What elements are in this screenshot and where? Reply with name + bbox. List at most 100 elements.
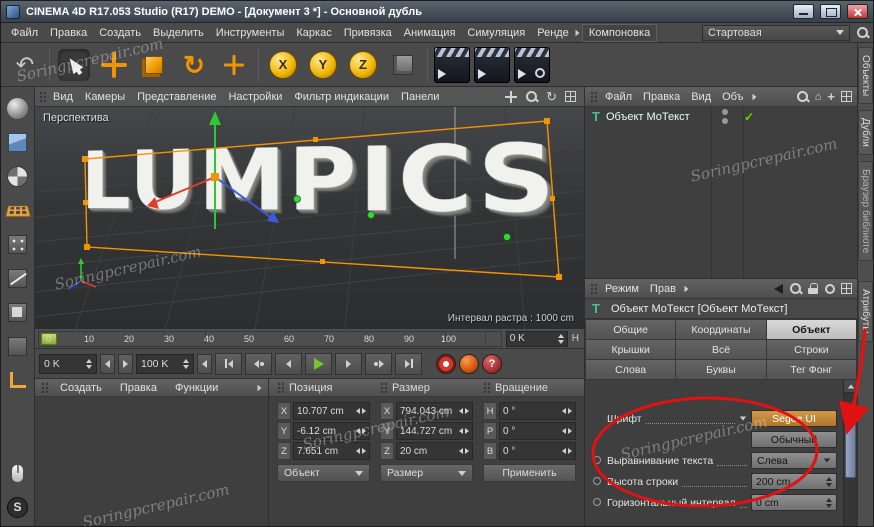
size-x-field[interactable]: 794.043 cm [396,402,473,420]
search-icon[interactable] [856,26,869,39]
viewport-menu-filter[interactable]: Фильтр индикации [289,89,394,105]
font-expand-icon[interactable] [740,417,746,421]
viewport-menu-display[interactable]: Представление [132,89,221,105]
record-keyframe-button[interactable] [436,354,456,374]
hspace-field[interactable]: 0 cm [751,494,837,511]
make-editable-button[interactable] [4,95,32,121]
tab-lines[interactable]: Строки [767,340,856,359]
zoom-view-icon[interactable] [525,90,538,103]
find-icon[interactable] [789,282,802,295]
align-select[interactable]: Слева [751,452,837,469]
lock-icon[interactable] [808,283,819,295]
position-y-field[interactable]: -6.12 cm [293,422,370,440]
om-menu-edit[interactable]: Правка [640,89,683,105]
viewport-menu-options[interactable]: Настройки [223,89,287,105]
menu-animate[interactable]: Анимация [398,25,462,41]
axis-mode-button[interactable] [4,367,32,393]
target-icon[interactable] [825,284,835,294]
rotation-b-field[interactable]: 0 ° [499,442,576,460]
layout-icon[interactable] [841,91,852,102]
apply-button[interactable]: Применить [483,464,576,482]
toggle-views-icon[interactable] [565,91,576,102]
tab-caps[interactable]: Крышки [586,340,675,359]
rotation-p-field[interactable]: 0 ° [499,422,576,440]
visibility-dots[interactable] [710,109,740,124]
polygons-mode-button[interactable] [4,299,32,325]
texture-mode-button[interactable] [4,163,32,189]
model-mode-button[interactable] [4,129,32,155]
add-icon[interactable]: + [827,90,835,103]
menu-tools[interactable]: Инструменты [210,25,291,41]
menu-create[interactable]: Создать [93,25,147,41]
rotation-h-field[interactable]: 0 ° [499,402,576,420]
vertical-tab-attributes[interactable]: Атрибуты [858,281,873,341]
play-button[interactable] [305,353,332,375]
step-back-button[interactable] [100,354,115,374]
tab-words[interactable]: Слова [586,360,675,379]
tab-letters[interactable]: Буквы [676,360,765,379]
close-button[interactable] [847,4,868,19]
move-gizmo[interactable] [147,111,279,229]
timeline-ruler[interactable]: 0 10 20 30 40 50 60 70 80 90 100 [38,331,502,347]
record-options-button[interactable]: ? [482,354,502,374]
size-z-field[interactable]: 20 cm [396,442,473,460]
next-key-button[interactable] [365,353,392,375]
layout-select[interactable]: Стартовая [702,25,850,41]
range-lock-button[interactable] [197,354,212,374]
object-row-motext[interactable]: T Объект МоТекст ✓ [585,107,857,126]
menu-select[interactable]: Выделить [147,25,210,41]
goto-end-button[interactable] [395,353,422,375]
lock-z-button[interactable]: Z [343,44,383,86]
menu-overflow-icon[interactable] [752,93,756,99]
camera-label[interactable]: Перспектива [43,112,109,124]
menu-overflow-icon[interactable] [684,285,688,291]
minimize-button[interactable] [793,4,814,19]
tab-all[interactable]: Всё [676,340,765,359]
viewport-menu-panel[interactable]: Панели [396,89,444,105]
render-view-button[interactable] [432,44,472,86]
anim-toggle-icon[interactable] [593,477,601,485]
menu-mesh[interactable]: Каркас [290,25,337,41]
menu-file[interactable]: Файл [5,25,44,41]
pan-view-icon[interactable] [505,91,517,103]
tweak-mode-button[interactable] [4,333,32,359]
size-y-field[interactable]: 144.727 cm [396,422,473,440]
attributes-scrollbar[interactable] [843,380,857,527]
enable-check-icon[interactable]: ✓ [744,110,754,124]
move-tool-button[interactable] [94,44,134,86]
maximize-button[interactable] [820,4,841,19]
step-forward-button[interactable] [118,354,133,374]
viewport-menu-view[interactable]: Вид [48,89,78,105]
undo-button[interactable]: ↶ [5,44,45,86]
tab-object[interactable]: Объект [767,320,856,339]
menu-overflow-icon[interactable] [575,29,579,35]
object-name[interactable]: Объект МоТекст [606,111,710,123]
vertical-tab-takes[interactable]: Дубли [858,110,873,155]
menu-render[interactable]: Ренде [531,25,575,41]
edit-menu[interactable]: Правка [114,380,163,396]
last-tool-button[interactable] [214,44,254,86]
font-style-button[interactable]: Обычный [751,431,837,448]
goto-start-button[interactable] [215,353,242,375]
viewport-menu-cameras[interactable]: Камеры [80,89,130,105]
vertical-tab-objects[interactable]: Объекты [858,47,873,104]
font-name-button[interactable]: Segoe UI [751,410,837,427]
menu-snap[interactable]: Привязка [338,25,398,41]
size-mode-select[interactable]: Размер [380,464,473,482]
object-tree[interactable]: T Объект МоТекст ✓ [585,107,857,279]
tab-general[interactable]: Общие [586,320,675,339]
position-x-field[interactable]: 10.707 cm [293,402,370,420]
edges-mode-button[interactable] [4,265,32,291]
am-menu-edit[interactable]: Прав [647,281,679,297]
rotate-view-icon[interactable]: ↻ [546,90,557,103]
layout-icon[interactable] [841,283,852,294]
scroll-up-icon[interactable] [844,380,857,393]
mouse-mode-button[interactable] [4,460,32,486]
om-menu-objects[interactable]: Объ [719,89,746,105]
workplane-mode-button[interactable] [4,197,32,223]
prev-key-button[interactable] [245,353,272,375]
autokey-button[interactable] [459,354,479,374]
position-mode-select[interactable]: Объект [277,464,370,482]
home-icon[interactable]: ⌂ [815,91,822,103]
range-end-field[interactable]: 100 K [136,354,194,374]
